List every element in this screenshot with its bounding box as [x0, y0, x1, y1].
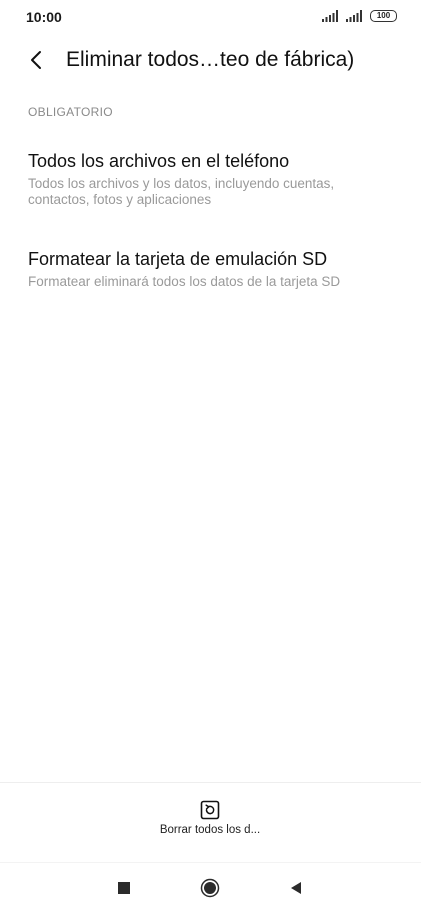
back-button[interactable] — [22, 46, 50, 74]
battery-level: 100 — [376, 11, 391, 20]
erase-all-button[interactable]: Borrar todos los d... — [110, 796, 310, 852]
home-circle-icon[interactable] — [200, 878, 220, 898]
item-title: Formatear la tarjeta de emulación SD — [28, 249, 328, 269]
chevron-left-icon — [31, 51, 41, 69]
status-icons: 100 — [322, 10, 397, 22]
erase-all-label: Borrar todos los d... — [159, 824, 261, 836]
status-bar: 10:00 100 — [0, 0, 421, 34]
signal-icon — [322, 10, 338, 22]
back-triangle-icon[interactable] — [289, 881, 303, 895]
header: Eliminar todos…teo de fábrica) — [0, 42, 421, 82]
list-item-all-phone-files[interactable]: Todos los archivos en el teléfono Todos … — [28, 150, 396, 208]
item-subtitle: Formatear eliminará todos los datos de l… — [28, 274, 341, 289]
section-label: OBLIGATORIO — [28, 105, 113, 119]
nav-divider — [0, 862, 421, 863]
status-time: 10:00 — [26, 9, 62, 25]
recents-square-icon[interactable] — [118, 882, 130, 894]
battery-icon: 100 — [370, 10, 397, 22]
bottom-divider — [0, 782, 421, 783]
item-title: Todos los archivos en el teléfono — [28, 151, 290, 171]
reset-icon — [200, 800, 220, 820]
item-subtitle: Todos los archivos y los datos, incluyen… — [28, 176, 335, 207]
list-item-format-sd[interactable]: Formatear la tarjeta de emulación SD For… — [28, 248, 396, 290]
page-title: Eliminar todos…teo de fábrica) — [66, 48, 355, 71]
navigation-bar — [0, 866, 421, 914]
signal-icon-2 — [346, 10, 362, 22]
